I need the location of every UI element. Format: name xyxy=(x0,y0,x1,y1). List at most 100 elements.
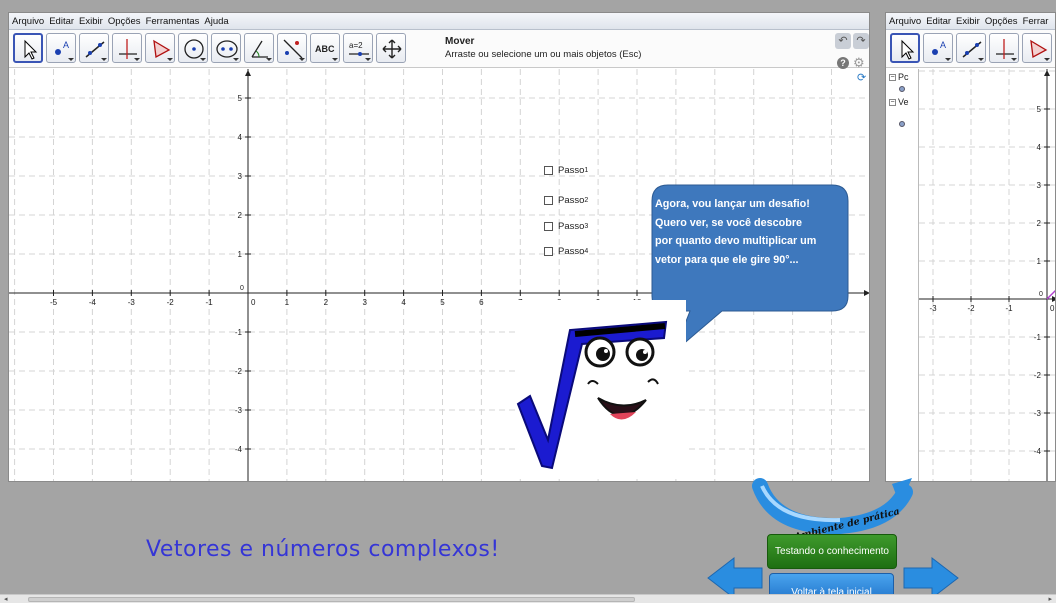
menu-item-ferrar[interactable]: Ferrar xyxy=(1020,13,1051,27)
mode-title: Mover xyxy=(445,36,475,47)
submenu-indicator-icon xyxy=(68,58,74,61)
menu-item-arquivo[interactable]: Arquivo xyxy=(9,13,46,27)
y-tick-label: 2 xyxy=(238,211,243,220)
coordinate-grid: -5 -4 -3 -2 -1 1 2 3 4 5 6 7 8 9 10 5 4 3 2 1 -1 -2 -3 -4 00 xyxy=(9,69,869,481)
object-dot-icon[interactable] xyxy=(899,121,905,127)
checkbox-box[interactable] xyxy=(544,196,553,205)
x-tick-label: -2 xyxy=(967,304,975,313)
submenu-indicator-icon xyxy=(167,58,173,61)
tool-polygon[interactable] xyxy=(1022,33,1052,63)
menu-item-editar[interactable]: Editar xyxy=(923,13,953,27)
submenu-indicator-icon xyxy=(1044,58,1050,61)
menu-item-opes[interactable]: Opções xyxy=(982,13,1020,27)
x-axis-arrow-icon xyxy=(864,290,869,296)
checkbox-passo-4[interactable]: Passo 4 xyxy=(544,246,588,257)
algebra-item-label: Ve xyxy=(898,97,909,107)
x-tick-label: 6 xyxy=(479,298,484,307)
redo-icon[interactable]: ↷ xyxy=(853,33,869,49)
checkbox-passo-2[interactable]: Passo 2 xyxy=(544,195,588,206)
submenu-indicator-icon xyxy=(365,58,371,61)
scroll-left-icon[interactable]: ◂ xyxy=(4,595,8,603)
menu-item-editar[interactable]: Editar xyxy=(46,13,76,27)
toolbar: A xyxy=(886,30,1055,68)
y-tick-label: 2 xyxy=(1037,219,1042,228)
graphics-view[interactable]: -3 -2 -1 5 4 3 2 1 -1 -2 -3 -4 0 0 xyxy=(919,69,1055,481)
bubble-line: Quero ver, se você descobre xyxy=(655,216,803,229)
checkbox-box[interactable] xyxy=(544,166,553,175)
geogebra-window-secondary: Arquivo Editar Exibir Opções Ferrar A -3 -2 -1… xyxy=(885,12,1056,482)
checkbox-passo-1[interactable]: Passo 1 xyxy=(544,165,588,176)
tool-polygon[interactable] xyxy=(145,33,175,63)
test-knowledge-button[interactable]: Testando o conhecimento xyxy=(767,534,897,569)
tool-point[interactable]: A xyxy=(923,33,953,63)
submenu-indicator-icon xyxy=(332,58,338,61)
graphics-view[interactable]: -5 -4 -3 -2 -1 1 2 3 4 5 6 7 8 9 10 5 4 3 2 1 -1 -2 -3 -4 0 0 xyxy=(9,69,869,481)
vector-segment[interactable] xyxy=(1046,287,1056,300)
origin-label: 0 xyxy=(251,298,256,307)
tool-reflect[interactable] xyxy=(277,33,307,63)
refresh-icon[interactable]: ⟳ xyxy=(857,71,866,84)
tool-line[interactable] xyxy=(956,33,986,63)
tool-ellipse[interactable] xyxy=(211,33,241,63)
algebra-item[interactable]: − Pc xyxy=(889,72,909,82)
menu-item-ajuda[interactable]: Ajuda xyxy=(201,13,230,27)
help-icon[interactable]: ? xyxy=(837,57,849,69)
tool-move-arrow[interactable] xyxy=(890,33,920,63)
x-tick-label: -3 xyxy=(128,298,136,307)
scroll-right-icon[interactable]: ▸ xyxy=(1048,595,1052,603)
undo-icon[interactable]: ↶ xyxy=(835,33,851,49)
tool-perpendicular-line[interactable] xyxy=(989,33,1019,63)
algebra-view: −Pc −Ve ◂ ▸ xyxy=(886,69,919,481)
tool-slider[interactable]: a=2 xyxy=(343,33,373,63)
tool-move-view[interactable] xyxy=(376,33,406,63)
submenu-indicator-icon xyxy=(978,58,984,61)
svg-text:A: A xyxy=(63,40,69,50)
app-stage: Arquivo Editar Exibir Opções Ferramentas Ajud… xyxy=(0,0,1056,603)
submenu-indicator-icon xyxy=(134,58,140,61)
move-view-icon xyxy=(382,39,402,59)
checkbox-passo-3[interactable]: Passo 3 xyxy=(544,221,588,232)
collapse-icon[interactable]: − xyxy=(889,74,896,82)
checkbox-subscript: 3 xyxy=(584,223,589,230)
bubble-line: Agora, vou lançar um desafio! xyxy=(655,198,810,210)
menu-item-opes[interactable]: Opções xyxy=(105,13,143,27)
horizontal-scrollbar[interactable]: ◂ ▸ xyxy=(0,594,1056,603)
y-tick-label: -1 xyxy=(1034,333,1042,342)
forward-arrow-icon xyxy=(903,556,959,600)
toolbar: Mover Arraste ou selecione um ou mais ob… xyxy=(9,30,869,69)
y-axis-arrow-icon xyxy=(245,70,251,76)
tool-point[interactable]: A xyxy=(46,33,76,63)
scrollbar-thumb[interactable] xyxy=(28,597,635,602)
menu-item-exibir[interactable]: Exibir xyxy=(76,13,105,27)
menu-bar: Arquivo Editar Exibir Opções Ferrar xyxy=(886,13,1055,30)
tool-angle[interactable] xyxy=(244,33,274,63)
algebra-item-label: Pc xyxy=(898,72,909,82)
x-tick-label: -1 xyxy=(206,298,214,307)
collapse-icon[interactable]: − xyxy=(889,99,896,107)
y-tick-label: 5 xyxy=(1037,105,1042,114)
checkbox-subscript: 2 xyxy=(584,197,589,204)
tool-line[interactable] xyxy=(79,33,109,63)
tool-circle[interactable] xyxy=(178,33,208,63)
x-axis-arrow-icon xyxy=(1052,296,1055,302)
menu-item-arquivo[interactable]: Arquivo xyxy=(886,13,923,27)
checkbox-box[interactable] xyxy=(544,222,553,231)
mode-description: Arraste ou selecione um ou mais objetos … xyxy=(445,49,642,60)
tool-text[interactable]: ABC xyxy=(310,33,340,63)
checkbox-box[interactable] xyxy=(544,247,553,256)
tool-move-arrow[interactable] xyxy=(13,33,43,63)
menu-item-exibir[interactable]: Exibir xyxy=(953,13,982,27)
svg-text:ABC: ABC xyxy=(315,44,335,54)
menu-item-ferramentas[interactable]: Ferramentas xyxy=(143,13,202,27)
gear-icon[interactable]: ⚙ xyxy=(853,56,865,69)
submenu-indicator-icon xyxy=(299,58,305,61)
y-tick-label: 1 xyxy=(1037,257,1042,266)
x-tick-label: 2 xyxy=(324,298,329,307)
move-arrow-icon xyxy=(901,39,915,60)
submenu-indicator-icon xyxy=(945,58,951,61)
x-tick-label: -5 xyxy=(50,298,58,307)
tool-perpendicular-line[interactable] xyxy=(112,33,142,63)
y-tick-label: -3 xyxy=(235,406,243,415)
algebra-item[interactable]: − Ve xyxy=(889,97,909,107)
object-dot-icon[interactable] xyxy=(899,86,905,92)
